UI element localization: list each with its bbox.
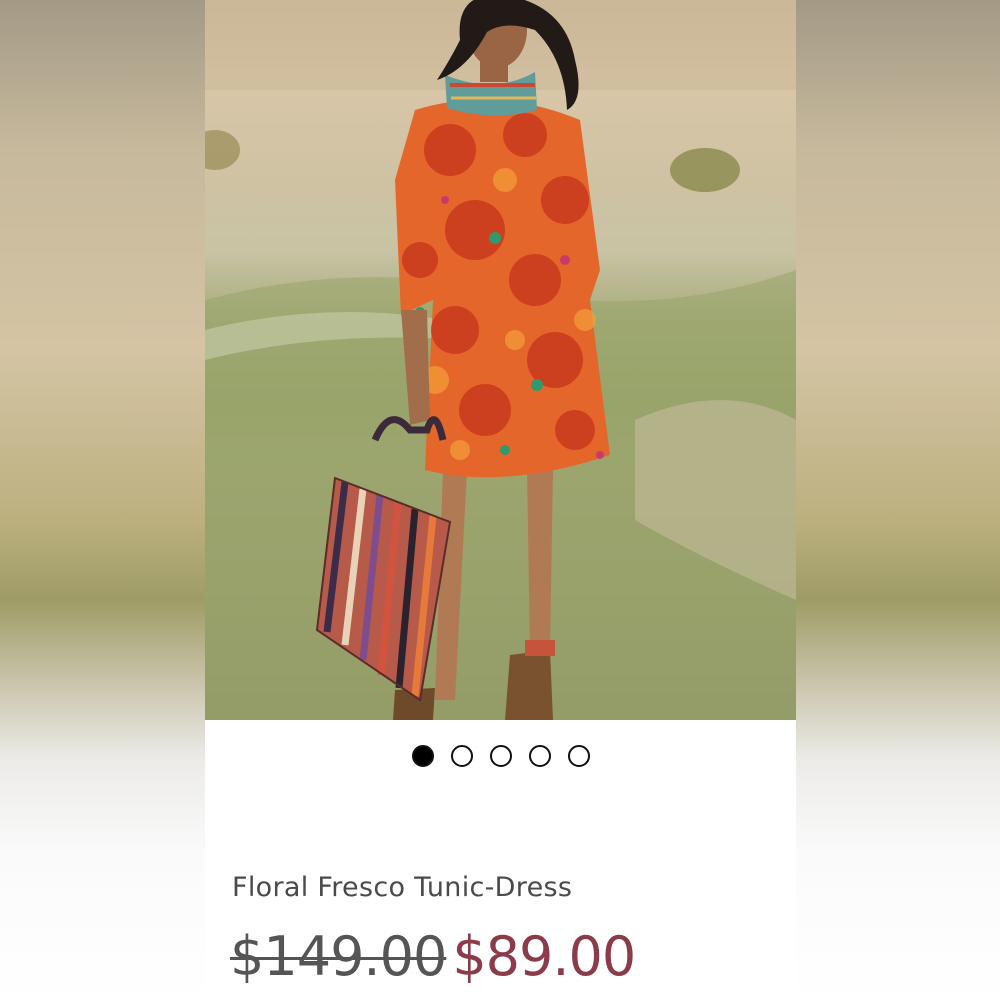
carousel-dot-1[interactable] xyxy=(411,745,434,767)
carousel-dots xyxy=(205,745,796,767)
sale-price: $89.00 xyxy=(452,925,636,988)
carousel-dot-2[interactable] xyxy=(450,745,473,767)
carousel-dot-3[interactable] xyxy=(489,745,512,767)
product-image[interactable] xyxy=(205,0,796,720)
carousel-dot-5[interactable] xyxy=(567,745,590,767)
blurred-background-right xyxy=(796,0,1000,1000)
product-photo-illustration xyxy=(205,0,796,720)
product-title: Floral Fresco Tunic-Dress xyxy=(232,872,573,903)
carousel-dot-4[interactable] xyxy=(528,745,551,767)
price-row: $149.00 $89.00 xyxy=(230,925,636,988)
blurred-background-left xyxy=(0,0,205,1000)
product-page: Floral Fresco Tunic-Dress $149.00 $89.00 xyxy=(205,0,796,1000)
original-price: $149.00 xyxy=(230,925,447,988)
